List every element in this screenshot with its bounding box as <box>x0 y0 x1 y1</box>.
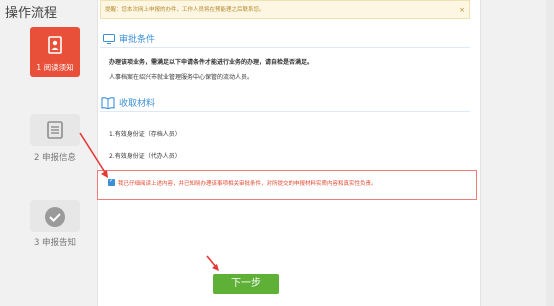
material-item-2: 2.有效身份证（代办人员） <box>109 153 181 160</box>
step-3-label: 3 申报告知 <box>33 238 77 248</box>
divider <box>100 111 470 112</box>
step-1-label: 1 阅读须知 <box>36 63 74 72</box>
scrollbar[interactable] <box>546 0 554 306</box>
notice-banner: 提醒：您本次网上申报的办件，工作人员将在预能理之后联系您。 × <box>100 0 470 19</box>
step-1[interactable]: 1 阅读须知 <box>30 27 80 77</box>
form-icon <box>47 121 63 139</box>
arrow-annotation <box>206 255 219 271</box>
conditions-line-2: 人事档案在绍兴市就业管理服务中心保管的流动人员。 <box>109 74 254 81</box>
next-button[interactable]: 下一步 <box>213 274 279 294</box>
monitor-icon <box>103 33 115 44</box>
step-2[interactable] <box>30 114 80 146</box>
step-2-label: 2 申报信息 <box>33 153 77 163</box>
arrow-annotation <box>79 132 108 178</box>
document-icon <box>48 36 62 54</box>
materials-heading: 收取材料 <box>101 96 155 109</box>
divider <box>100 47 470 48</box>
materials-title: 收取材料 <box>119 99 156 109</box>
close-icon[interactable]: × <box>459 1 465 20</box>
agreement-text: 我已仔细阅读上述内容，并已知晓办理该事项相关审批条件，对所提交的申报材料实质内容… <box>118 181 377 187</box>
page-title: 操作流程 <box>5 6 58 21</box>
notice-text: 提醒：您本次网上申报的办件，工作人员将在预能理之后联系您。 <box>105 7 265 13</box>
checkmark-icon <box>45 207 65 227</box>
material-item-1: 1.有效身份证（存档人员） <box>109 131 181 138</box>
step-3[interactable] <box>30 200 80 232</box>
conditions-title: 审批条件 <box>119 35 156 45</box>
agreement-box: 我已仔细阅读上述内容，并已知晓办理该事项相关审批条件，对所提交的申报材料实质内容… <box>97 170 477 200</box>
book-icon <box>101 96 115 109</box>
conditions-line-1: 办理该项业务，需满足以下申请条件才能进行业务的办理，请自检是否满足。 <box>109 59 314 66</box>
conditions-heading: 审批条件 <box>103 32 155 45</box>
